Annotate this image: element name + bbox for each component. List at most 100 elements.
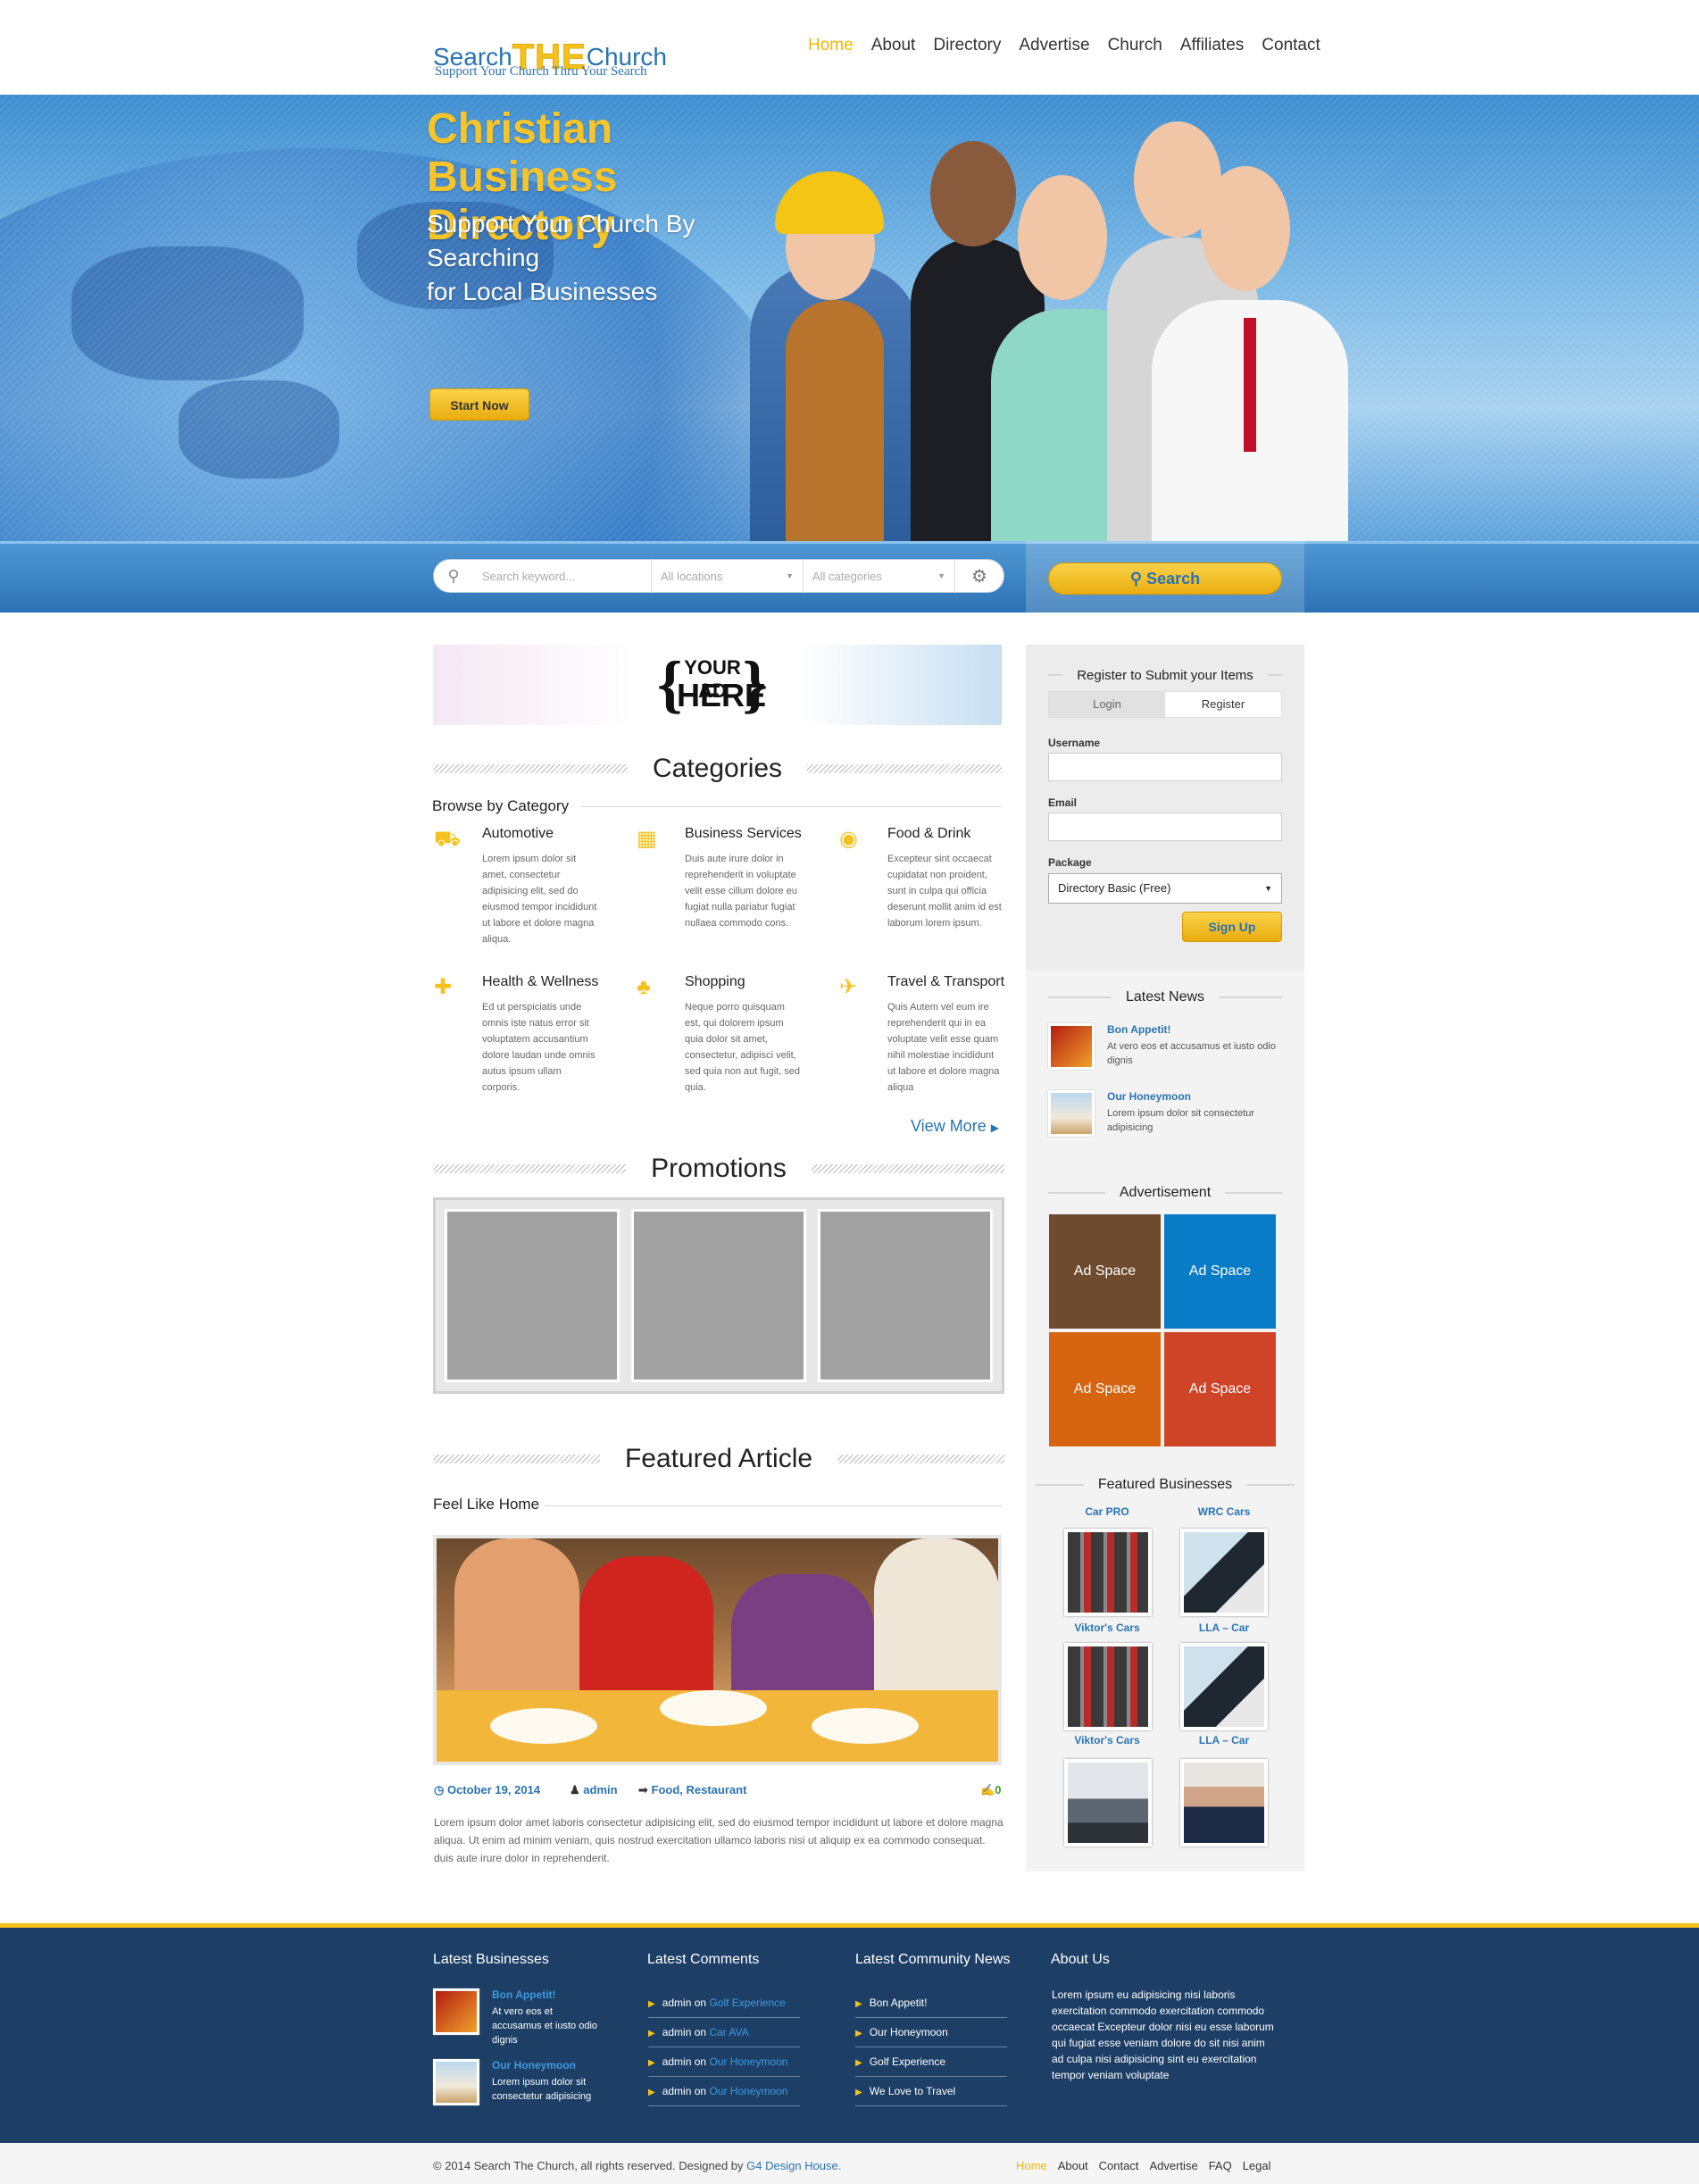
ad-space-2[interactable]: Ad Space (1164, 1214, 1276, 1329)
comment-target-link[interactable]: Our Honeymoon (709, 2055, 787, 2068)
article-comments[interactable]: ✍0 (980, 1783, 1001, 1797)
footer-community-item[interactable]: ▶ Golf Experience (855, 2046, 1007, 2077)
view-more-link[interactable]: View More ▶ (911, 1117, 999, 1136)
promo-slot[interactable] (631, 1209, 806, 1382)
business-name[interactable]: Viktor's Cars (1054, 1734, 1161, 1746)
category-select[interactable]: All categories ▼ (804, 559, 955, 593)
news-text: Lorem ipsum dolor sit consectetur adipis… (1107, 1108, 1255, 1133)
nav-church[interactable]: Church (1108, 36, 1162, 63)
copyright: © 2014 Search The Church, all rights res… (433, 2159, 841, 2172)
clock-icon: ◷ (434, 1783, 447, 1796)
footer-community-item[interactable]: ▶ Bon Appetit! (855, 1988, 1007, 2018)
footer-community-item[interactable]: ▶ Our Honeymoon (855, 2017, 1007, 2047)
location-select[interactable]: All locations ▼ (652, 559, 804, 593)
ad-space-1[interactable]: Ad Space (1049, 1214, 1161, 1329)
news-item[interactable]: Bon Appetit! At vero eos et accusamus et… (1048, 1023, 1282, 1077)
tab-register[interactable]: Register (1165, 692, 1281, 717)
comment-target-link[interactable]: Golf Experience (709, 1996, 785, 2009)
site-logo[interactable]: SearchTHEChurch Support Your Church Thru… (433, 18, 701, 80)
package-value: Directory Basic (Free) (1058, 881, 1171, 895)
business-photo[interactable] (1180, 1759, 1268, 1846)
nav-directory[interactable]: Directory (933, 36, 1001, 63)
package-label: Package (1048, 856, 1092, 869)
footer-nav-legal[interactable]: Legal (1243, 2159, 1271, 2172)
footer-comment-item[interactable]: ▶ admin on Golf Experience (648, 1988, 800, 2018)
username-field[interactable] (1048, 753, 1282, 781)
promo-slot[interactable] (818, 1209, 993, 1382)
email-field[interactable] (1048, 813, 1282, 841)
footer-community-item[interactable]: ▶ We Love to Travel (855, 2076, 1007, 2106)
article-photo[interactable] (433, 1535, 1002, 1765)
right-brace: } (742, 648, 768, 720)
nav-affiliates[interactable]: Affiliates (1180, 36, 1244, 63)
category-text: Lorem ipsum dolor sit amet, consectetur … (482, 854, 597, 945)
hero-people-photo (732, 95, 1411, 541)
search-button[interactable]: ⚲ Search (1048, 563, 1282, 595)
comment-on: on (694, 2055, 707, 2068)
footer-comment-item[interactable]: ▶ admin on Our Honeymoon (648, 2076, 800, 2106)
comment-target-link[interactable]: Our Honeymoon (709, 2085, 787, 2097)
nav-about[interactable]: About (871, 36, 916, 63)
article-title[interactable]: Feel Like Home (433, 1496, 539, 1513)
article-author[interactable]: ♟ admin (570, 1783, 618, 1797)
nav-contact[interactable]: Contact (1262, 36, 1320, 63)
footer-comment-item[interactable]: ▶ admin on Car AVA (648, 2017, 800, 2047)
business-photo[interactable] (1180, 1529, 1268, 1616)
promotions-gallery (433, 1197, 1004, 1394)
footer-business-item[interactable]: Our Honeymoon Lorem ipsum dolor sit cons… (433, 2059, 612, 2113)
community-link: Our Honeymoon (869, 2026, 948, 2038)
business-name[interactable]: WRC Cars (1170, 1505, 1278, 1518)
chevron-down-icon: ▼ (1264, 884, 1272, 893)
ad-line-2: HERE (677, 677, 767, 713)
article-date-label: October 19, 2014 (446, 1783, 541, 1796)
nurse-head (1018, 175, 1107, 300)
comment-on: on (694, 1996, 707, 2009)
register-heading: Register to Submit your Items (1048, 664, 1283, 686)
footer-nav-home[interactable]: Home (1016, 2159, 1047, 2172)
business-photo[interactable] (1064, 1643, 1152, 1730)
package-select[interactable]: Directory Basic (Free) ▼ (1048, 873, 1282, 904)
news-thumbnail (1048, 1090, 1095, 1137)
nav-home[interactable]: Home (808, 36, 854, 63)
footer-nav-advertise[interactable]: Advertise (1149, 2159, 1197, 2172)
article-tags[interactable]: ➟ Food, Restaurant (638, 1783, 746, 1797)
latest-news-heading: Latest News (1048, 987, 1283, 1008)
plate (490, 1708, 597, 1744)
comment-target-link[interactable]: Car AVA (709, 2026, 748, 2038)
designer-link[interactable]: G4 Design House. (746, 2159, 841, 2172)
footer-nav-faq[interactable]: FAQ (1209, 2159, 1232, 2172)
featured-article-heading: Featured Article (433, 1441, 1005, 1477)
start-now-button[interactable]: Start Now (429, 388, 529, 421)
footer-comment-item[interactable]: ▶ admin on Our Honeymoon (648, 2046, 800, 2077)
news-title: Our Honeymoon (1107, 1090, 1192, 1103)
settings-gear-icon[interactable]: ⚙ (955, 565, 1004, 588)
business-name[interactable]: LLA – Car (1170, 1621, 1278, 1634)
promotions-heading: Promotions (433, 1151, 1005, 1187)
tab-login[interactable]: Login (1049, 692, 1165, 717)
business-name[interactable]: LLA – Car (1170, 1734, 1278, 1746)
category-title: Food & Drink (887, 826, 971, 841)
category-text: Excepteur sint occaecat cupidatat non pr… (887, 854, 1002, 929)
business-photo[interactable] (1064, 1529, 1152, 1616)
doctor-tie (1244, 318, 1256, 452)
promo-slot[interactable] (445, 1209, 620, 1382)
ad-space-3[interactable]: Ad Space (1049, 1332, 1161, 1446)
sign-up-button[interactable]: Sign Up (1182, 912, 1282, 942)
doctor-head (1201, 166, 1290, 291)
footer-nav-contact[interactable]: Contact (1099, 2159, 1139, 2172)
news-item[interactable]: Our Honeymoon Lorem ipsum dolor sit cons… (1048, 1090, 1282, 1144)
view-more-label: View More (911, 1117, 987, 1135)
ad-space-4[interactable]: Ad Space (1164, 1332, 1276, 1446)
business-photo[interactable] (1064, 1759, 1152, 1846)
keyword-input[interactable]: Search keyword... (473, 559, 652, 593)
nav-advertise[interactable]: Advertise (1019, 36, 1089, 63)
footer-business-item[interactable]: Bon Appetit! At vero eos et accusamus et… (433, 1988, 612, 2046)
comment-author: admin (662, 2055, 692, 2068)
business-name[interactable]: Car PRO (1054, 1505, 1161, 1518)
business-name[interactable]: Viktor's Cars (1054, 1621, 1161, 1634)
featured-businesses-heading: Featured Businesses (1036, 1474, 1295, 1496)
advertisement-title: Advertisement (1119, 1185, 1212, 1200)
footer-nav-about[interactable]: About (1058, 2159, 1088, 2172)
article-tags-label: Food, Restaurant (651, 1783, 747, 1796)
business-photo[interactable] (1180, 1643, 1268, 1730)
